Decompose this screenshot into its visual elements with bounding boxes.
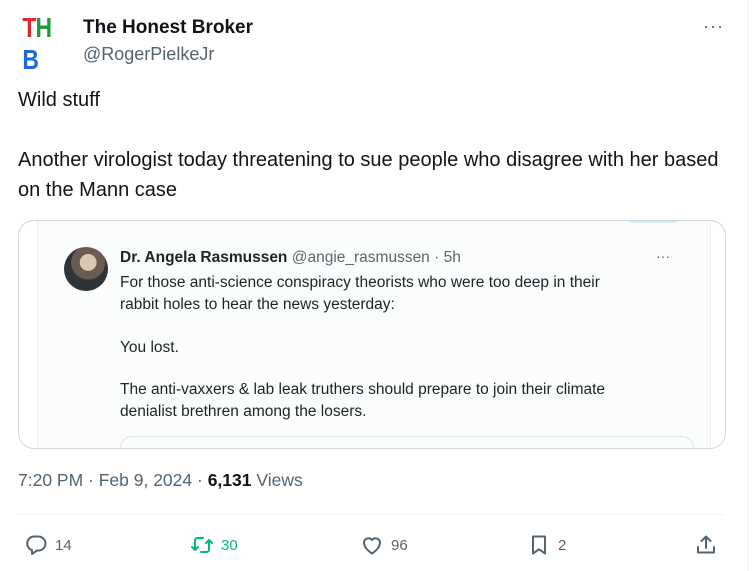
reply-icon [26, 535, 47, 555]
reply-button[interactable]: 14 [24, 533, 72, 557]
avatar-letter: H [35, 12, 53, 43]
tweet-text-line1: Wild stuff [18, 89, 100, 111]
like-icon [363, 537, 381, 555]
quoted-avatar [64, 247, 108, 291]
avatar-logo: THB [22, 12, 61, 76]
avatar-letter: B [22, 44, 39, 75]
views-label: Views [251, 470, 303, 490]
author-handle[interactable]: @RogerPielkeJr [83, 44, 214, 65]
author-avatar[interactable]: THB [18, 12, 66, 75]
column-border [747, 0, 748, 571]
repost-icon [191, 537, 213, 553]
tweet-text-line2: Another virologist today threatening to … [18, 149, 719, 201]
divider [18, 514, 724, 515]
reply-count: 14 [55, 536, 72, 554]
quoted-header: Dr. Angela Rasmussen @angie_rasmussen · … [120, 249, 461, 267]
repost-count: 30 [221, 536, 238, 554]
screenshot-pill [628, 221, 678, 223]
share-icon [697, 535, 715, 554]
repost-button[interactable]: 30 [190, 533, 238, 557]
tweet-meta: 7:20 PM · Feb 9, 2024 · 6,131 Views [18, 470, 303, 491]
like-count: 96 [391, 536, 408, 554]
author-name[interactable]: The Honest Broker [83, 17, 253, 39]
media-card[interactable]: Dr. Angela Rasmussen @angie_rasmussen · … [18, 220, 726, 449]
more-icon[interactable]: ··· [703, 16, 724, 37]
quoted-meta: @angie_rasmussen · 5h [291, 249, 461, 266]
quoted-line: denialist brethren among the losers. [120, 403, 367, 420]
bookmark-button[interactable]: 2 [527, 533, 566, 557]
quoted-screenshot: Dr. Angela Rasmussen @angie_rasmussen · … [37, 221, 711, 448]
quoted-line: For those anti-science conspiracy theori… [120, 274, 600, 291]
avatar-letter: T [22, 12, 36, 43]
tweet-timestamp[interactable]: 7:20 PM · Feb 9, 2024 · [18, 470, 208, 490]
bookmark-count: 2 [558, 536, 567, 554]
quoted-name: Dr. Angela Rasmussen [120, 249, 288, 266]
share-button[interactable] [694, 533, 718, 557]
quoted-more-icon: ··· [656, 248, 670, 264]
quoted-embedded-card [120, 436, 694, 448]
quoted-line: You lost. [120, 339, 179, 356]
quoted-line: The anti-vaxxers & lab leak truthers sho… [120, 381, 606, 398]
quoted-line: rabbit holes to hear the news yesterday: [120, 296, 395, 313]
views-count: 6,131 [207, 470, 252, 490]
bookmark-icon [532, 535, 546, 555]
like-button[interactable]: 96 [360, 533, 408, 557]
